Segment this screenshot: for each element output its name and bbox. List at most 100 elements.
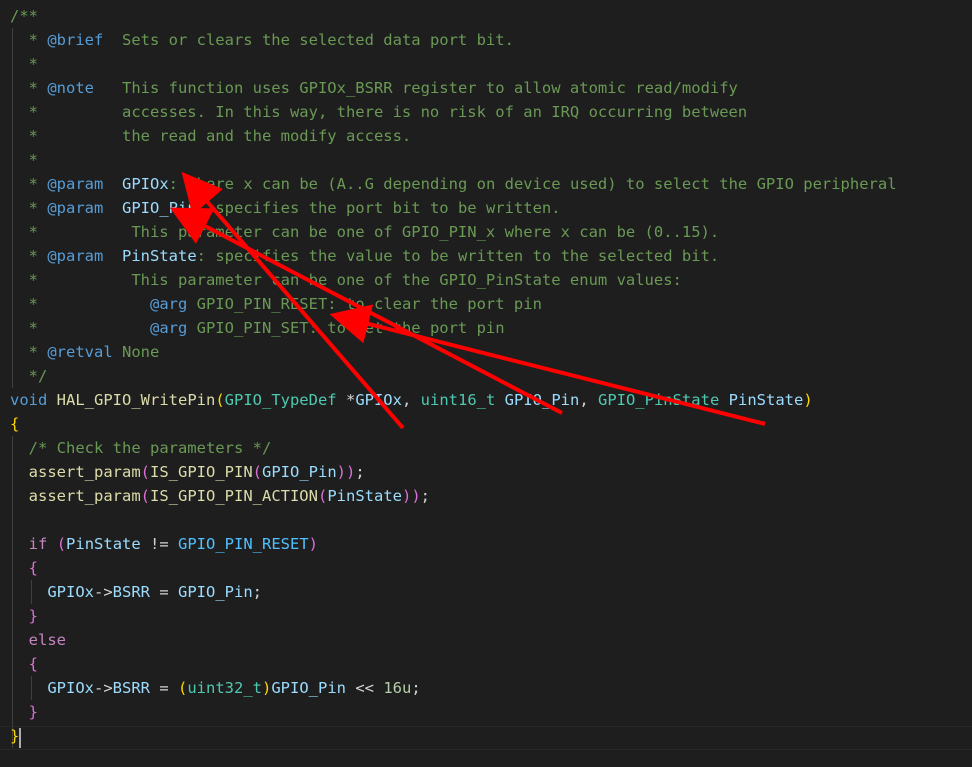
code-line[interactable]: } (0, 604, 897, 628)
code-token: * (336, 391, 356, 409)
code-line[interactable]: GPIOx->BSRR = (uint32_t)GPIO_Pin << 16u; (0, 676, 897, 700)
code-line[interactable]: /* Check the parameters */ (0, 436, 897, 460)
code-token: * (10, 175, 48, 193)
code-line[interactable]: { (0, 412, 897, 436)
code-line[interactable]: * @param GPIO_Pin: specifies the port bi… (0, 196, 897, 220)
code-token: GPIOx (47, 583, 94, 601)
code-token: PinState (66, 535, 141, 553)
code-token: @note (47, 79, 94, 97)
code-token: ( (215, 391, 225, 409)
code-token: -> (94, 679, 113, 697)
code-token: /* Check the parameters */ (28, 439, 272, 457)
code-editor[interactable]: /** * @brief Sets or clears the selected… (0, 0, 972, 767)
code-token: != (140, 535, 179, 553)
code-token: PinState (122, 247, 197, 265)
code-line[interactable]: * @note This function uses GPIOx_BSRR re… (0, 76, 897, 100)
code-token: GPIO_PIN_SET: to set the port pin (187, 319, 505, 337)
code-token: : specifies the value to be written to t… (196, 247, 720, 265)
code-token: )) (401, 487, 421, 505)
code-line[interactable]: */ (0, 364, 897, 388)
code-line[interactable]: * @param GPIOx: where x can be (A..G dep… (0, 172, 897, 196)
code-line[interactable]: * @arg GPIO_PIN_RESET: to clear the port… (0, 292, 897, 316)
code-token: GPIO_TypeDef (224, 391, 337, 409)
code-token: GPIOx (47, 679, 94, 697)
code-token: IS_GPIO_PIN (150, 463, 253, 481)
code-token: ( (178, 679, 188, 697)
code-line[interactable]: { (0, 652, 897, 676)
code-token: ; (411, 679, 421, 697)
code-line[interactable]: assert_param(IS_GPIO_PIN_ACTION(PinState… (0, 484, 897, 508)
code-token: } (10, 727, 20, 745)
code-line[interactable]: * This parameter can be one of the GPIO_… (0, 268, 897, 292)
code-line[interactable]: * @arg GPIO_PIN_SET: to set the port pin (0, 316, 897, 340)
code-token: @retval (47, 343, 113, 361)
code-token: ; (420, 487, 430, 505)
code-line[interactable]: else (0, 628, 897, 652)
code-token: , (579, 391, 598, 409)
code-lines: /** * @brief Sets or clears the selected… (0, 4, 897, 748)
code-token: */ (10, 367, 48, 385)
code-token: { (10, 415, 20, 433)
code-line[interactable] (0, 508, 897, 532)
code-line[interactable]: /** (0, 4, 897, 28)
code-token: GPIO_Pin (504, 391, 580, 409)
code-token: GPIO_Pin (178, 583, 253, 601)
code-line[interactable]: { (0, 556, 897, 580)
code-token: 16u (383, 679, 412, 697)
code-token: PinState (327, 487, 402, 505)
code-token: ; (355, 463, 365, 481)
code-token: ( (56, 535, 67, 553)
code-line[interactable]: * @retval None (0, 340, 897, 364)
code-line[interactable]: void HAL_GPIO_WritePin(GPIO_TypeDef *GPI… (0, 388, 897, 412)
code-token: assert_param (28, 463, 141, 481)
code-line[interactable]: * (0, 52, 897, 76)
code-token: @param (47, 247, 104, 265)
code-token: -> (94, 583, 113, 601)
code-token: None (112, 343, 160, 361)
code-token: GPIO_Pin (122, 199, 197, 217)
code-token: ( (140, 463, 150, 481)
code-line[interactable]: } (0, 724, 897, 748)
code-token: else (28, 631, 66, 649)
code-token: GPIO_PIN_RESET: to clear the port pin (187, 295, 542, 313)
code-line[interactable]: * This parameter can be one of GPIO_PIN_… (0, 220, 897, 244)
code-token: BSRR (112, 583, 150, 601)
code-token: : where x can be (A..G depending on devi… (168, 175, 897, 193)
code-line[interactable]: * @param PinState: specifies the value t… (0, 244, 897, 268)
code-token: This function uses GPIOx_BSRR register t… (94, 79, 738, 97)
code-token: : specifies the port bit to be written. (196, 199, 561, 217)
code-token: } (28, 607, 39, 625)
code-token: { (28, 655, 39, 673)
code-token: @arg (149, 295, 188, 313)
code-line[interactable]: * (0, 148, 897, 172)
code-token: GPIO_Pin (262, 463, 337, 481)
code-token: * (10, 247, 48, 265)
code-token: << (346, 679, 384, 697)
code-line[interactable]: * the read and the modify access. (0, 124, 897, 148)
text-caret (19, 728, 21, 748)
code-token: * (10, 31, 48, 49)
code-token: IS_GPIO_PIN_ACTION (150, 487, 318, 505)
code-token: uint16_t (420, 391, 496, 409)
code-line[interactable]: assert_param(IS_GPIO_PIN(GPIO_Pin)); (0, 460, 897, 484)
code-line[interactable]: } (0, 700, 897, 724)
code-token: ( (140, 487, 150, 505)
code-line[interactable]: * accesses. In this way, there is no ris… (0, 100, 897, 124)
code-line[interactable]: if (PinState != GPIO_PIN_RESET) (0, 532, 897, 556)
code-token: BSRR (112, 679, 150, 697)
code-line[interactable]: * @brief Sets or clears the selected dat… (0, 28, 897, 52)
code-token: GPIOx (355, 391, 402, 409)
code-token: void (10, 391, 48, 409)
code-token: = (150, 583, 178, 601)
code-line[interactable]: GPIOx->BSRR = GPIO_Pin; (0, 580, 897, 604)
